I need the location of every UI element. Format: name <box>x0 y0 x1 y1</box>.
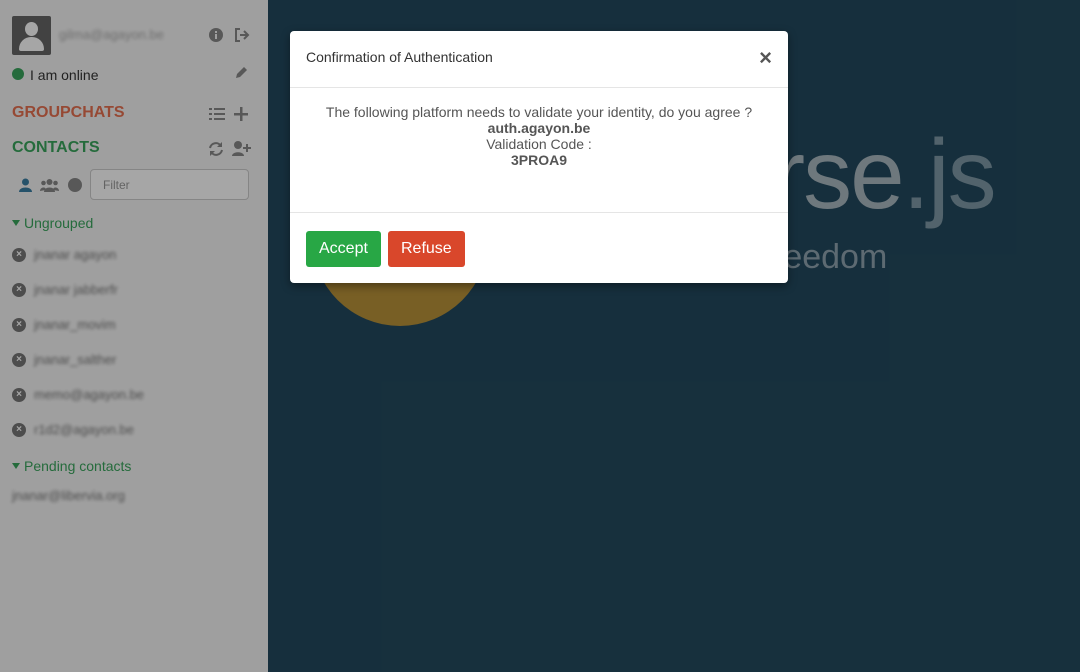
auth-message: The following platform needs to validate… <box>325 104 753 120</box>
close-icon[interactable]: × <box>759 47 772 69</box>
validation-code: 3PROA9 <box>510 152 568 168</box>
validation-code-label: Validation Code : <box>486 136 592 152</box>
authentication-modal: Confirmation of Authentication × The fol… <box>290 31 788 283</box>
modal-title: Confirmation of Authentication <box>306 49 493 65</box>
modal-header: Confirmation of Authentication × <box>290 31 788 88</box>
modal-body: The following platform needs to validate… <box>290 88 788 213</box>
accept-button[interactable]: Accept <box>306 231 381 267</box>
refuse-button[interactable]: Refuse <box>388 231 465 267</box>
auth-platform: auth.agayon.be <box>487 120 591 136</box>
